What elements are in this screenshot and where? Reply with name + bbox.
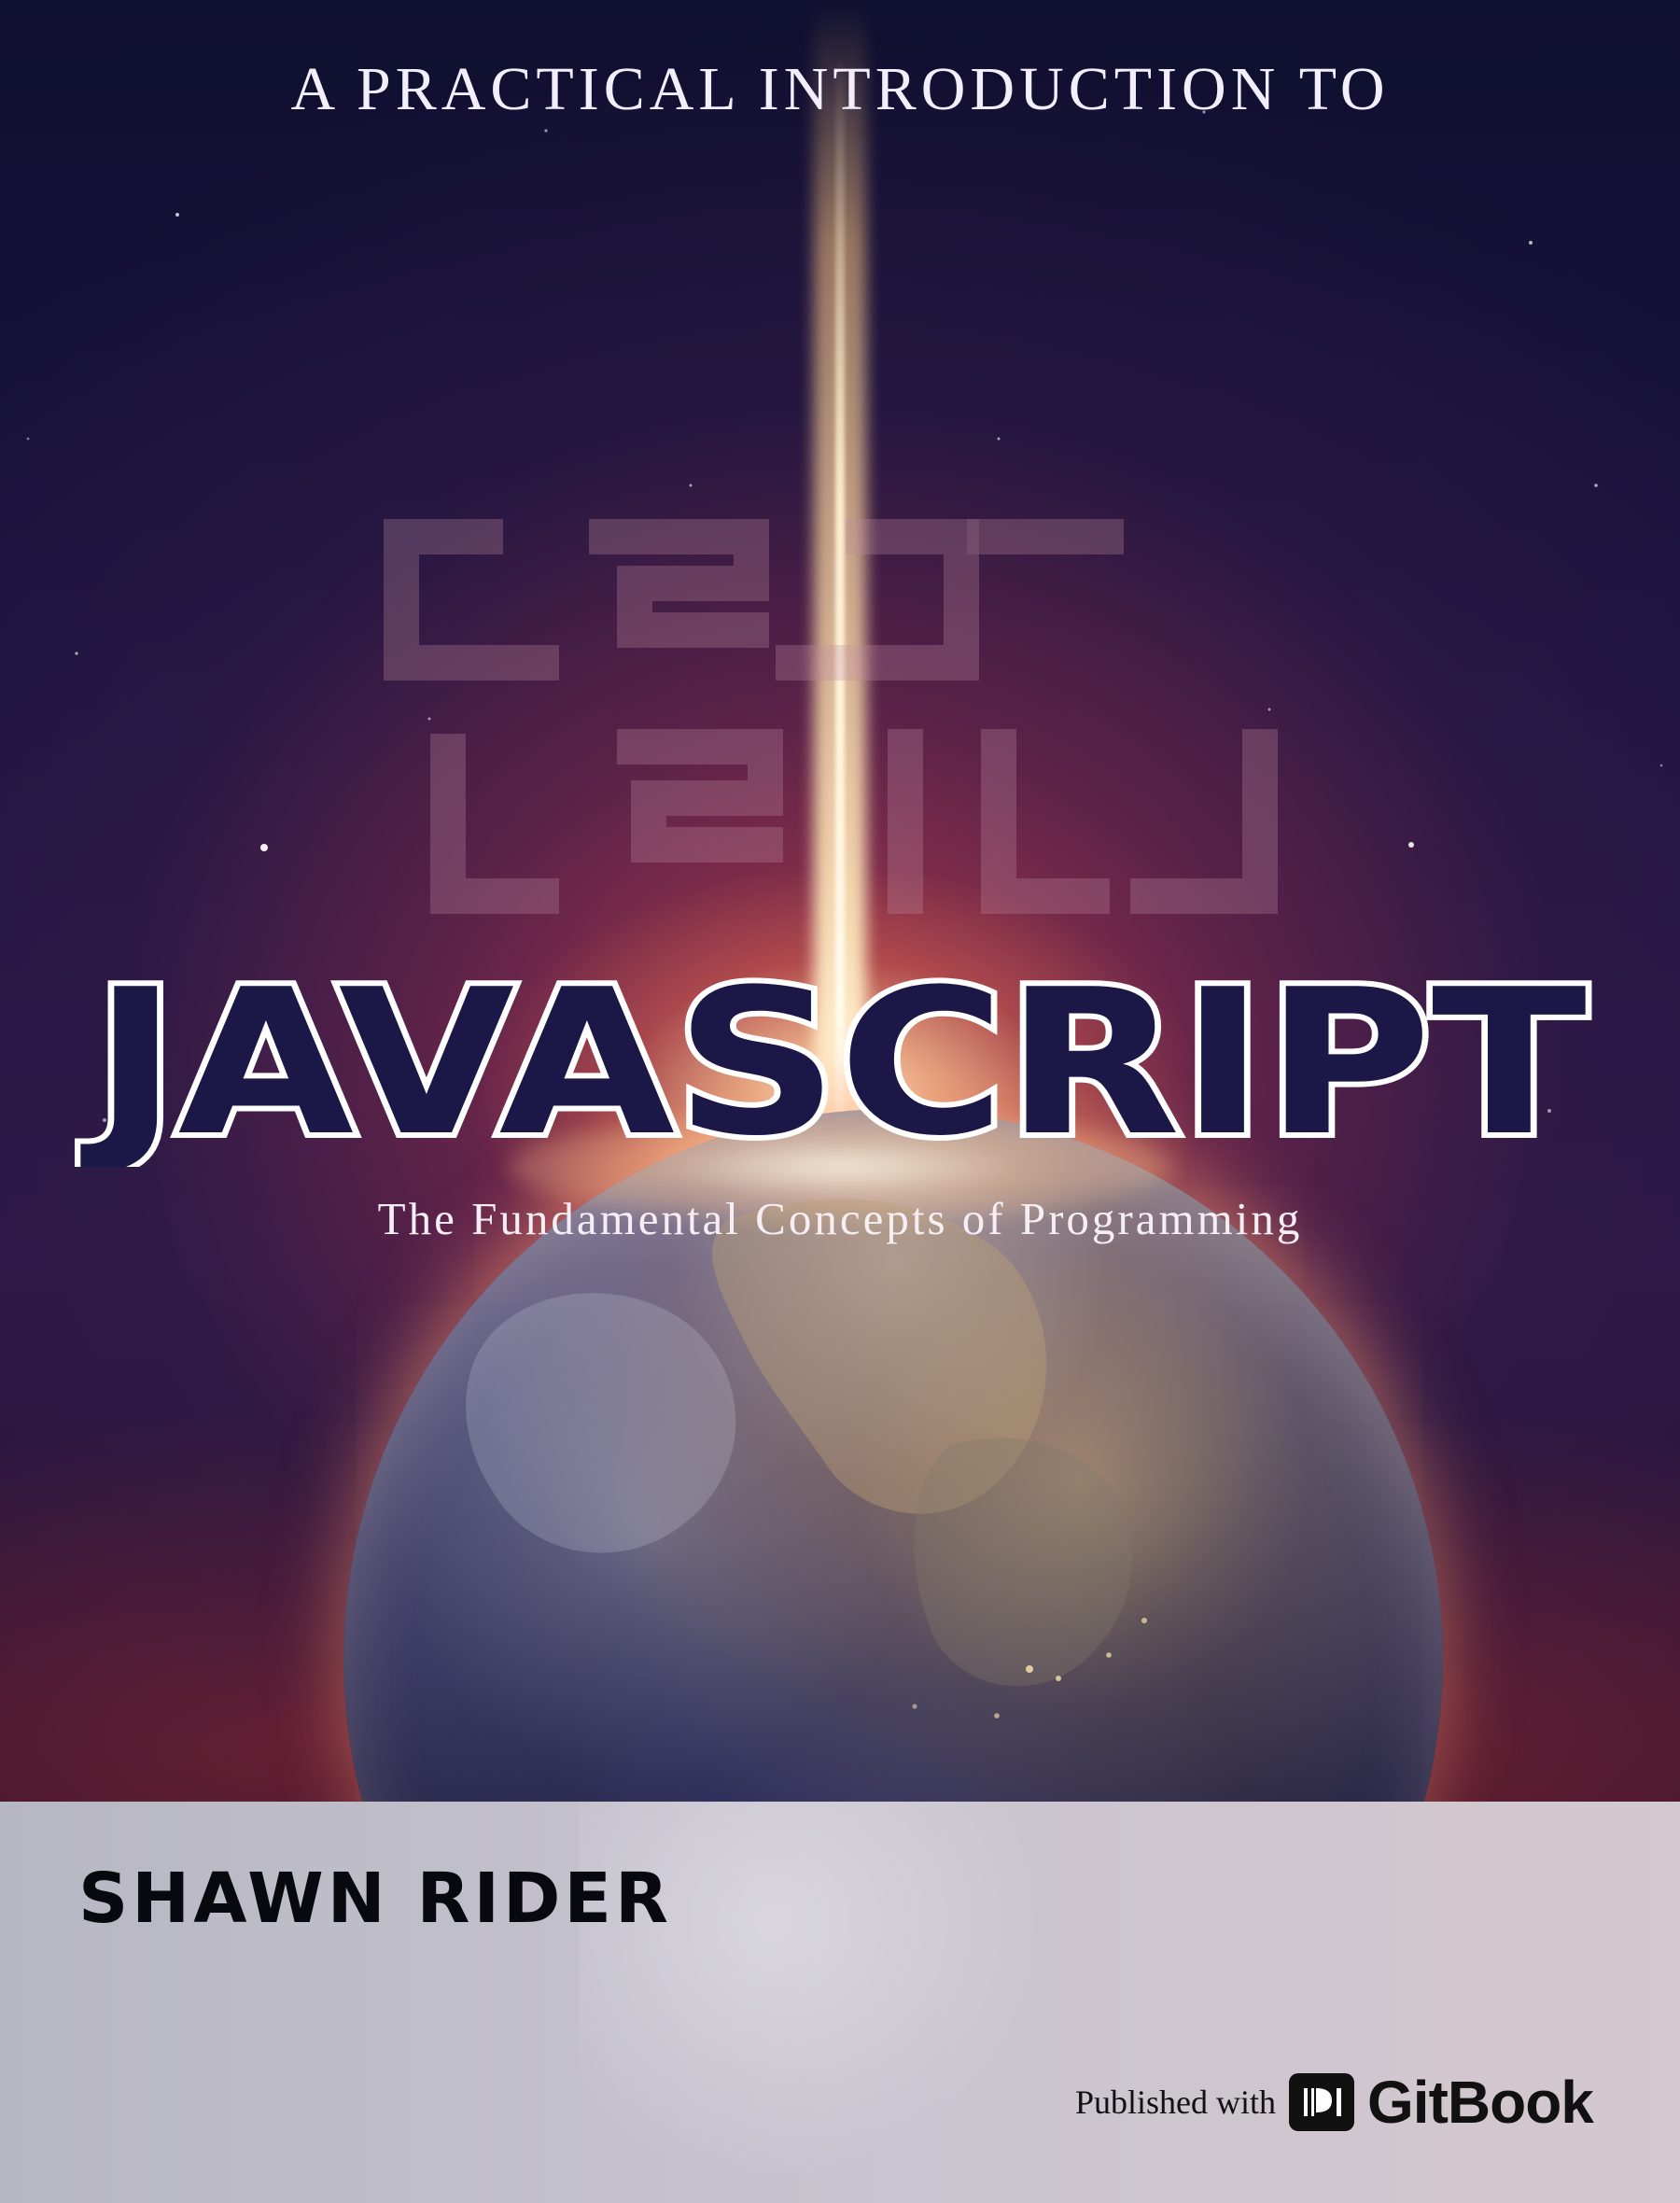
subtitle: The Fundamental Concepts of Programming [377, 1193, 1303, 1244]
gitbook-logo-icon [1289, 2073, 1355, 2131]
main-title-graphic: JAVASCRIPT [75, 938, 1605, 1167]
publisher-line: Published with GitBook [1075, 2065, 1594, 2140]
book-cover: A PRACTICAL INTRODUCTION TO JAVASCRIPT T… [0, 0, 1680, 2203]
main-title: JAVASCRIPT [79, 946, 1587, 1167]
js-watermark-graphic [327, 513, 1353, 952]
author-name: SHAWN RIDER [78, 1859, 672, 1939]
published-label: Published with [1075, 2084, 1277, 2121]
main-title-svg: JAVASCRIPT [75, 940, 1592, 1167]
gitbook-wordmark: GitBook [1367, 2069, 1594, 2136]
series-title: A PRACTICAL INTRODUCTION TO [290, 55, 1390, 123]
